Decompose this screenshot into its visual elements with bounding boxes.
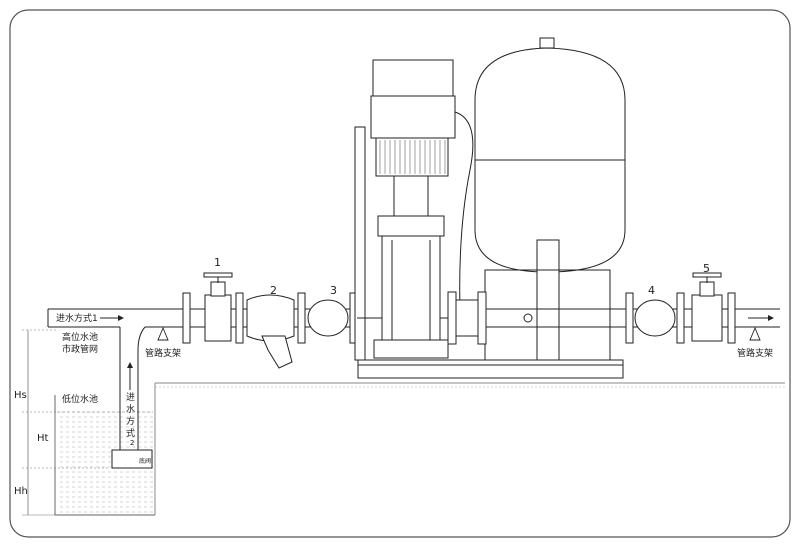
gate-valve-1-icon [203, 272, 233, 342]
flexible-joint-4-icon [634, 299, 676, 337]
inlet-arrow-1 [100, 315, 124, 321]
pump-installation-diagram: Hs Ht Hh 底阀 1 2 3 4 5 进水方式1 高位水池 市政管网 管路… [9, 9, 791, 538]
pipe-support-right-icon [749, 326, 761, 341]
high-tank-label: 高位水池 [62, 331, 98, 343]
inlet-mode-2-char-3: 方 [126, 415, 135, 427]
inlet-arrow-2 [127, 362, 133, 390]
strainer-2-icon [246, 294, 295, 369]
inlet-mode-2-char-1: 进 [126, 392, 135, 403]
component-number-1: 1 [214, 256, 221, 269]
inlet-mode-1-label: 进水方式1 [56, 312, 98, 324]
component-number-4: 4 [648, 284, 655, 297]
outlet-arrow [748, 315, 774, 321]
inlet-mode-2-char-5: 2 [130, 439, 134, 447]
gate-valve-5-icon [691, 272, 723, 342]
flexible-joint-3-icon [307, 299, 349, 337]
component-number-5: 5 [703, 262, 710, 275]
ground-floor [154, 382, 785, 515]
inlet-mode-2-char-4: 式 [126, 427, 135, 439]
vertical-pump-icon [357, 59, 456, 359]
component-number-3: 3 [330, 284, 337, 297]
dimension-ht: Ht [37, 433, 49, 444]
dimension-hh: Hh [14, 486, 28, 497]
component-number-2: 2 [270, 284, 277, 297]
pipe-support-left-icon [157, 326, 169, 341]
pressure-tank-icon [474, 37, 626, 361]
low-tank-label: 低位水池 [62, 393, 98, 405]
inlet-mode-2-char-2: 水 [126, 403, 135, 415]
control-cable [454, 111, 474, 311]
municipal-label: 市政管网 [62, 343, 98, 355]
pipe-support-left-label: 管路支架 [145, 347, 181, 359]
pipe-support-right-label: 管路支架 [737, 347, 773, 359]
bottom-valve-label: 底阀 [139, 457, 151, 465]
dimension-hs: Hs [14, 390, 27, 401]
